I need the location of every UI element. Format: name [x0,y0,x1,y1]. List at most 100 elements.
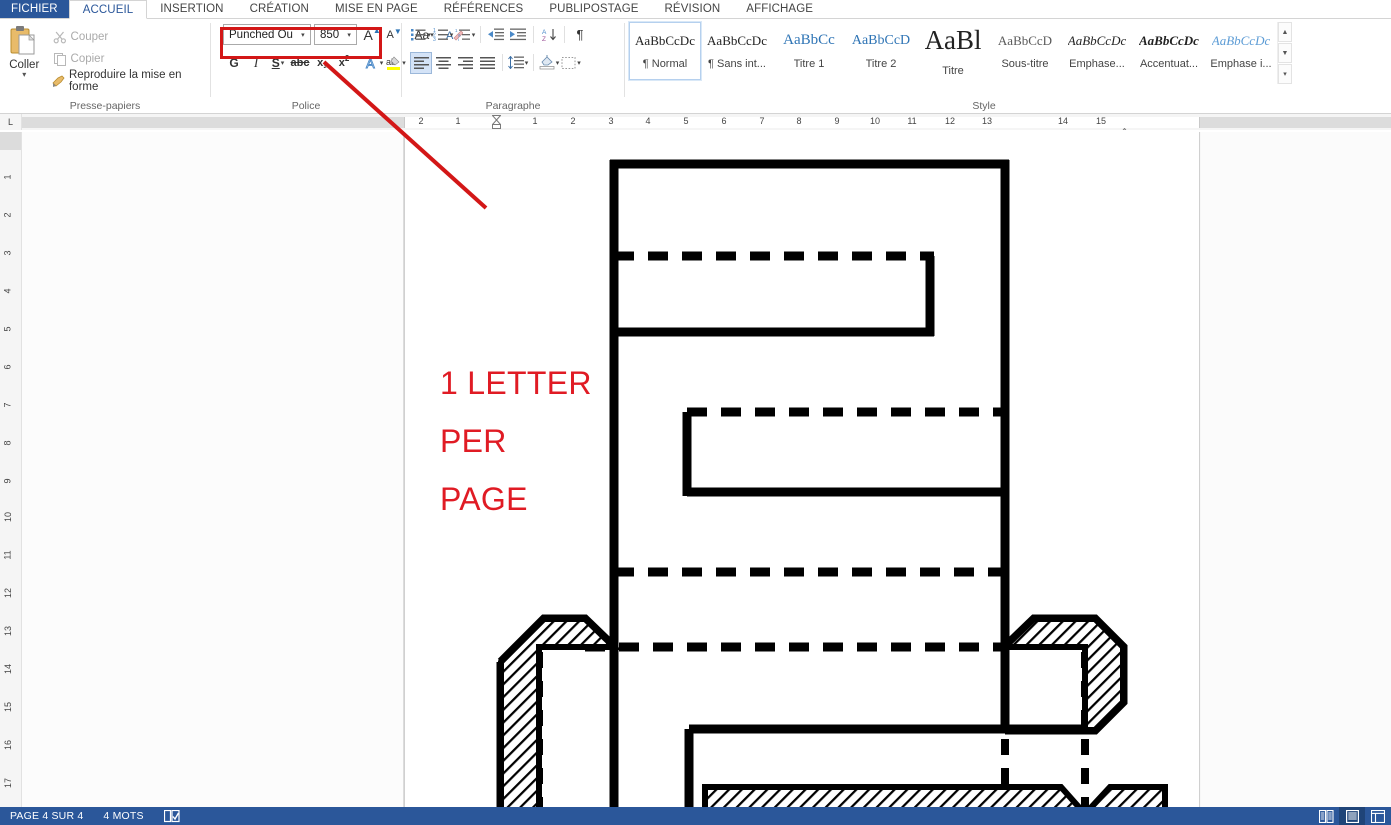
justify-button[interactable] [476,52,498,74]
style-preview: AaBbCcDc [1139,32,1199,48]
word-count[interactable]: 4 MOTS [93,810,153,822]
chevron-down-icon[interactable]: ▾ [525,59,529,67]
ruler-label: 3 [2,250,13,256]
right-indent-marker[interactable] [1119,122,1130,130]
shading-button[interactable]: ▾ [538,52,560,74]
decrease-indent-button[interactable] [485,24,507,46]
format-painter-button[interactable]: Reproduire la mise en forme [49,69,210,93]
chevron-down-icon[interactable]: ▾ [380,59,384,67]
show-formatting-marks-button[interactable]: ¶ [569,24,591,46]
chevron-down-icon[interactable]: ▾ [450,31,454,39]
font-name-combo[interactable]: Punched Ou ▾ [223,24,311,45]
chevron-down-icon[interactable]: ▾ [427,31,431,39]
borders-button[interactable]: ▾ [560,52,582,74]
tab-insertion[interactable]: INSERTION [147,0,236,18]
divider [564,26,565,43]
horizontal-ruler[interactable]: 2 1 1 2 3 4 5 6 7 8 9 10 11 12 13 14 15 [22,114,1391,130]
chevron-down-icon[interactable]: ▾ [556,59,560,67]
style-item-emphase[interactable]: AaBbCcDc Emphase... [1061,22,1133,80]
style-scroll-up-button[interactable]: ▲ [1278,22,1292,42]
web-layout-button[interactable] [1365,807,1391,825]
left-indent-marker[interactable] [491,115,502,129]
chevron-down-icon[interactable]: ▾ [22,71,26,79]
italic-button[interactable]: I [245,52,267,74]
bullets-button[interactable]: ▾ [410,24,432,46]
line-spacing-button[interactable]: ▾ [507,52,529,74]
styles-group-label: Style [972,100,996,112]
sort-button[interactable]: AZ [538,24,560,46]
chevron-down-icon[interactable]: ▾ [281,59,285,67]
ruler-label: 2 [2,212,13,218]
style-item-accentuation[interactable]: AaBbCcDc Accentuat... [1133,22,1205,80]
print-layout-button[interactable] [1339,807,1365,825]
style-item-titre-2[interactable]: AaBbCcD Titre 2 [845,22,917,80]
style-scroll-down-button[interactable]: ▼ [1278,43,1292,63]
divider [533,26,534,43]
divider [502,54,503,71]
tab-stop-icon[interactable]: L [0,114,22,130]
tab-fichier[interactable]: FICHIER [0,0,69,18]
divider [480,26,481,43]
copy-button[interactable]: Copier [49,48,210,70]
ribbon-group-clipboard: Coller ▾ Couper Copier Reproduire la mis… [0,19,210,114]
ruler-top-margin [0,132,21,150]
numbering-button[interactable]: 123 ▾ [432,24,454,46]
grow-font-button[interactable]: A ▲ [361,24,383,46]
align-right-button[interactable] [454,52,476,74]
font-size-combo[interactable]: 850 ▾ [313,24,358,45]
clipboard-command-list: Couper Copier Reproduire la mise en form… [49,22,210,98]
style-item-titre[interactable]: AaBl Titre [917,22,989,80]
style-gallery-more-button[interactable]: ▾ [1278,64,1292,84]
page-indicator[interactable]: PAGE 4 SUR 4 [0,810,93,822]
chevron-down-icon[interactable]: ▾ [577,59,581,67]
ruler-label: 1 [2,174,13,180]
ruler-label: 13 [3,625,14,637]
style-item-emphase-intense[interactable]: AaBbCcDc Emphase i... [1205,22,1277,80]
chevron-down-icon[interactable]: ▾ [472,31,476,39]
subscript-button[interactable]: x₂ [311,52,333,74]
vertical-ruler[interactable]: 1 2 3 4 5 6 7 8 9 10 11 12 13 14 15 16 1… [0,132,22,807]
increase-indent-button[interactable] [507,24,529,46]
ruler-label: 17 [3,777,14,789]
style-item-sous-titre[interactable]: AaBbCcD Sous-titre [989,22,1061,80]
ruler-label: 2 [418,116,424,126]
style-preview: AaBbCcD [851,32,911,48]
font-name-dropdown-icon[interactable]: ▾ [296,25,310,44]
tab-mise-en-page[interactable]: MISE EN PAGE [322,0,431,18]
style-item-titre-1[interactable]: AaBbCc Titre 1 [773,22,845,80]
read-mode-button[interactable] [1313,807,1339,825]
ruler-label: 12 [3,587,14,599]
bold-button[interactable]: G [223,52,245,74]
tab-accueil[interactable]: ACCUEIL [68,0,148,19]
superscript-button[interactable]: x2 [333,52,355,74]
style-preview: AaBbCcDc [1067,32,1127,48]
proofing-errors-icon[interactable] [154,809,190,823]
workspace: 1 2 3 4 5 6 7 8 9 10 11 12 13 14 15 16 1… [0,132,1391,807]
tab-publipostage[interactable]: PUBLIPOSTAGE [536,0,651,18]
canvas-left-gutter [22,132,404,807]
style-label: Emphase... [1069,57,1125,70]
paste-button[interactable]: Coller ▾ [0,22,49,98]
document-canvas[interactable]: 1 LETTER PER PAGE [22,132,1391,807]
multilevel-list-button[interactable]: 1ai ▾ [454,24,476,46]
ruler-label: 16 [3,739,14,751]
style-item-normal[interactable]: AaBbCcDc ¶ Normal [628,21,702,81]
underline-button[interactable]: S ▾ [267,52,289,74]
tab-affichage[interactable]: AFFICHAGE [733,0,826,18]
scissors-icon [49,30,71,44]
cut-button[interactable]: Couper [49,26,210,48]
text-effects-button[interactable]: A ▾ [363,52,385,74]
strikethrough-button[interactable]: abc [289,52,311,74]
ribbon-group-paragraph: ▾ 123 ▾ 1ai ▾ AZ ¶ ▾ ▾ ▾ Paragraphe [402,19,624,114]
style-preview: AaBbCc [783,32,835,48]
ruler-label: 11 [907,116,917,126]
font-size-dropdown-icon[interactable]: ▾ [342,25,356,44]
tab-references[interactable]: RÉFÉRENCES [431,0,537,18]
format-painter-label: Reproduire la mise en forme [68,69,182,93]
tab-revision[interactable]: RÉVISION [652,0,734,18]
tab-creation[interactable]: CRÉATION [237,0,322,18]
align-left-button[interactable] [410,51,432,74]
align-center-button[interactable] [432,52,454,74]
style-label: Titre 2 [865,57,897,70]
style-item-sans-interligne[interactable]: AaBbCcDc ¶ Sans int... [701,22,773,80]
